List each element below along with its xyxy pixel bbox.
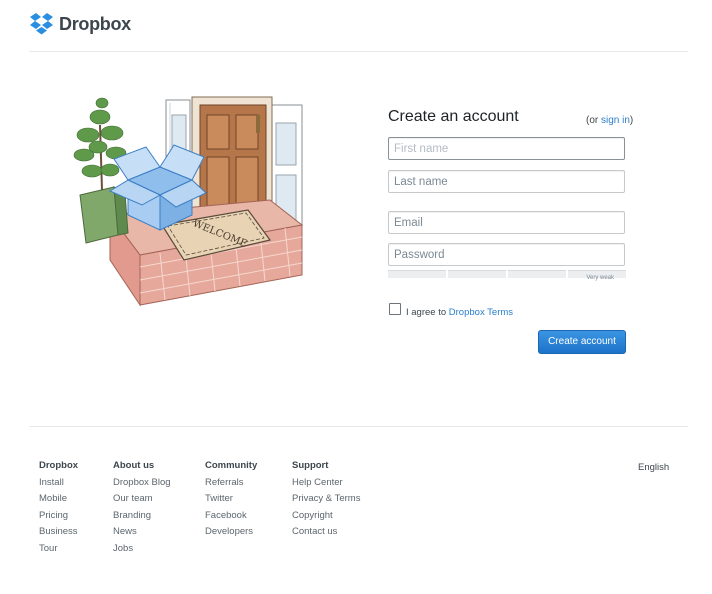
- dropbox-logo[interactable]: Dropbox: [29, 12, 131, 36]
- password-strength-meter: Very weak: [388, 268, 626, 284]
- footer-heading[interactable]: About us: [113, 458, 171, 475]
- footer-link[interactable]: Business: [39, 524, 78, 541]
- footer-link[interactable]: News: [113, 524, 171, 541]
- footer-heading[interactable]: Support: [292, 458, 360, 475]
- sign-in-prompt: (or sign in): [586, 115, 634, 126]
- footer-link[interactable]: Copyright: [292, 508, 360, 525]
- footer-heading[interactable]: Community: [205, 458, 257, 475]
- brand-name: Dropbox: [59, 13, 131, 34]
- footer-link[interactable]: Privacy & Terms: [292, 491, 360, 508]
- footer-link[interactable]: Pricing: [39, 508, 78, 525]
- strength-label: Very weak: [586, 275, 614, 281]
- footer-column-dropbox: Dropbox Install Mobile Pricing Business …: [39, 458, 78, 557]
- footer-column-about: About us Dropbox Blog Our team Branding …: [113, 458, 171, 557]
- footer-link[interactable]: Mobile: [39, 491, 78, 508]
- footer-link[interactable]: Twitter: [205, 491, 257, 508]
- last-name-input[interactable]: [388, 170, 625, 193]
- footer-column-community: Community Referrals Twitter Facebook Dev…: [205, 458, 257, 541]
- create-account-button[interactable]: Create account: [538, 330, 626, 354]
- footer-heading[interactable]: Dropbox: [39, 458, 78, 475]
- footer-divider: [29, 426, 688, 427]
- sign-in-link[interactable]: sign in: [601, 115, 630, 126]
- footer-link[interactable]: Our team: [113, 491, 171, 508]
- dropbox-box-icon: [30, 13, 53, 35]
- language-selector[interactable]: English: [638, 462, 669, 473]
- first-name-input[interactable]: [388, 137, 625, 160]
- email-input[interactable]: [388, 211, 625, 234]
- password-input[interactable]: [388, 243, 625, 266]
- doorstep-illustration: WELCOME: [73, 96, 304, 307]
- create-account-heading: Create an account: [388, 108, 519, 125]
- header-divider: [29, 51, 688, 52]
- agree-terms-checkbox[interactable]: [389, 303, 401, 315]
- footer-link[interactable]: Dropbox Blog: [113, 475, 171, 492]
- footer-link[interactable]: Referrals: [205, 475, 257, 492]
- agree-terms-label: I agree to Dropbox Terms: [406, 307, 514, 318]
- footer-column-support: Support Help Center Privacy & Terms Copy…: [292, 458, 360, 541]
- footer-link[interactable]: Jobs: [113, 541, 171, 558]
- footer-link[interactable]: Install: [39, 475, 78, 492]
- strength-segment: [388, 270, 446, 278]
- footer-link[interactable]: Help Center: [292, 475, 360, 492]
- strength-segment: [448, 270, 506, 278]
- strength-segment: [508, 270, 566, 278]
- footer-link[interactable]: Branding: [113, 508, 171, 525]
- footer-link[interactable]: Developers: [205, 524, 257, 541]
- dropbox-terms-link[interactable]: Dropbox Terms: [449, 307, 513, 318]
- footer-link[interactable]: Tour: [39, 541, 78, 558]
- footer-link[interactable]: Contact us: [292, 524, 360, 541]
- footer-link[interactable]: Facebook: [205, 508, 257, 525]
